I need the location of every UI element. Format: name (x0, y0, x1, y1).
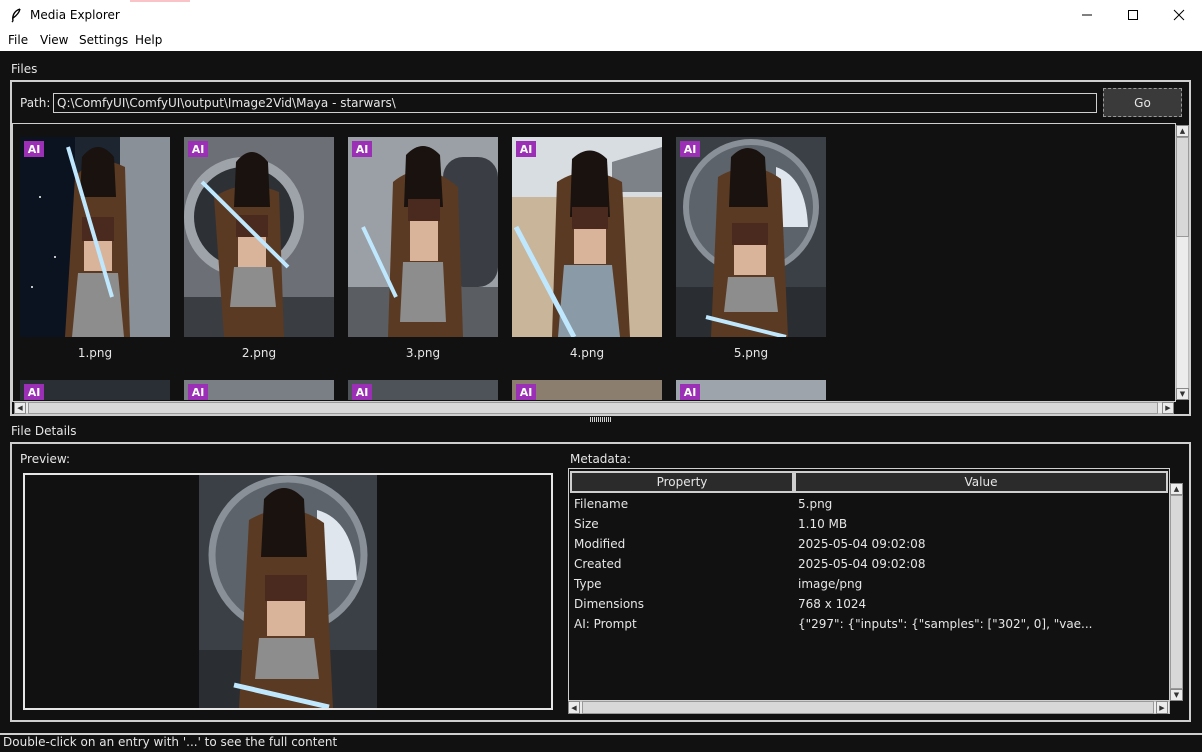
thumbnail-filename: 4.png (569, 346, 605, 360)
ai-badge: AI (516, 384, 536, 400)
status-text: Double-click on an entry with '...' to s… (3, 735, 338, 749)
scroll-up-arrow[interactable]: ▲ (1176, 125, 1189, 137)
thumbnail-filename: 1.png (77, 346, 113, 360)
value-cell: 2025-05-04 09:02:08 (798, 537, 926, 551)
thumbnail-item[interactable]: AI (20, 380, 170, 400)
value-cell: {"297": {"inputs": {"samples": ["302", 0… (798, 617, 1093, 631)
value-cell: 1.10 MB (798, 517, 848, 531)
thumbnail-filename: 5.png (733, 346, 769, 360)
property-cell: Size (574, 517, 599, 531)
thumbnail-image[interactable]: AI (20, 137, 170, 337)
close-icon (1173, 9, 1185, 21)
title-bar: Media Explorer (0, 0, 1202, 31)
grid-hscroll-thumb[interactable] (28, 402, 1158, 414)
ai-badge: AI (352, 384, 372, 400)
table-row[interactable]: Type image/png (574, 577, 1164, 597)
maximize-button[interactable] (1110, 0, 1156, 30)
scroll-down-arrow[interactable]: ▼ (1176, 388, 1189, 400)
thumbnail-image[interactable]: AI (348, 137, 498, 337)
thumbnail-item[interactable]: AI 1.png (20, 137, 170, 360)
thumbnail-item[interactable]: AI (512, 380, 662, 400)
ai-badge: AI (24, 141, 44, 157)
path-input[interactable] (53, 93, 1097, 113)
thumbnail-picture (20, 137, 170, 337)
thumbnail-image[interactable]: AI (184, 137, 334, 337)
files-section-label: Files (11, 62, 38, 76)
feather-icon (11, 8, 21, 23)
ai-badge: AI (516, 141, 536, 157)
grid-scrollbar-thumb[interactable] (1176, 137, 1189, 237)
property-cell: Dimensions (574, 597, 645, 611)
ai-badge: AI (680, 384, 700, 400)
file-details-label: File Details (11, 424, 77, 438)
scroll-right-arrow[interactable]: ▶ (1156, 701, 1168, 714)
preview-label: Preview: (20, 452, 71, 466)
property-cell: Filename (574, 497, 629, 511)
thumbnail-picture (512, 137, 662, 337)
metadata-label: Metadata: (570, 452, 631, 466)
scroll-right-arrow[interactable]: ▶ (1162, 402, 1174, 414)
value-cell: 2025-05-04 09:02:08 (798, 557, 926, 571)
thumbnail-item[interactable]: AI 4.png (512, 137, 662, 360)
preview-image (199, 475, 377, 708)
scroll-up-arrow[interactable]: ▲ (1170, 483, 1183, 495)
value-cell: 768 x 1024 (798, 597, 867, 611)
thumbnail-item[interactable]: AI 3.png (348, 137, 498, 360)
maximize-icon (1128, 10, 1138, 20)
close-button[interactable] (1156, 0, 1202, 30)
go-button[interactable]: Go (1103, 88, 1182, 117)
window-title: Media Explorer (30, 8, 120, 22)
table-row[interactable]: Modified 2025-05-04 09:02:08 (574, 537, 1164, 557)
thumbnail-filename: 2.png (241, 346, 277, 360)
thumbnail-grid: AI 1.png AI 2.png AI 3.png AI 4.png AI 5… (14, 125, 1174, 400)
scroll-left-arrow[interactable]: ◀ (14, 402, 26, 414)
minimize-button[interactable] (1064, 0, 1110, 30)
property-cell: Created (574, 557, 622, 571)
path-label: Path: (20, 96, 51, 110)
scroll-down-arrow[interactable]: ▼ (1170, 689, 1183, 701)
metadata-scrollbar-thumb[interactable] (1170, 495, 1183, 689)
property-cell: AI: Prompt (574, 617, 637, 631)
table-row[interactable]: AI: Prompt {"297": {"inputs": {"samples"… (574, 617, 1164, 637)
thumbnail-picture (348, 137, 498, 337)
thumbnail-filename: 3.png (405, 346, 441, 360)
table-row[interactable]: Filename 5.png (574, 497, 1164, 517)
menu-help[interactable]: Help (135, 33, 162, 47)
ai-badge: AI (352, 141, 372, 157)
scroll-left-arrow[interactable]: ◀ (568, 701, 580, 714)
thumbnail-image[interactable]: AI (512, 137, 662, 337)
column-header-property[interactable]: Property (570, 471, 794, 493)
menu-settings[interactable]: Settings (79, 33, 128, 47)
table-row[interactable]: Created 2025-05-04 09:02:08 (574, 557, 1164, 577)
menu-file[interactable]: File (8, 33, 28, 47)
metadata-hscroll-thumb[interactable] (582, 701, 1154, 714)
pane-splitter[interactable] (590, 417, 612, 422)
minimize-icon (1082, 14, 1092, 16)
thumbnail-item[interactable]: AI 2.png (184, 137, 334, 360)
thumbnail-item[interactable]: AI (184, 380, 334, 400)
column-header-value[interactable]: Value (794, 471, 1168, 493)
value-cell: 5.png (798, 497, 833, 511)
menu-bar: File View Settings Help (0, 30, 1202, 51)
thumbnail-picture (676, 137, 826, 337)
property-cell: Modified (574, 537, 626, 551)
thumbnail-item[interactable]: AI (676, 380, 826, 400)
ai-badge: AI (680, 141, 700, 157)
menu-view[interactable]: View (40, 33, 68, 47)
thumbnail-item[interactable]: AI 5.png (676, 137, 826, 360)
table-row[interactable]: Dimensions 768 x 1024 (574, 597, 1164, 617)
thumbnail-item[interactable]: AI (348, 380, 498, 400)
table-row[interactable]: Size 1.10 MB (574, 517, 1164, 537)
property-cell: Type (574, 577, 602, 591)
thumbnail-image[interactable]: AI (676, 137, 826, 337)
ai-badge: AI (24, 384, 44, 400)
thumbnail-picture (184, 137, 334, 337)
ai-badge: AI (188, 141, 208, 157)
title-accent (130, 0, 190, 2)
ai-badge: AI (188, 384, 208, 400)
value-cell: image/png (798, 577, 863, 591)
